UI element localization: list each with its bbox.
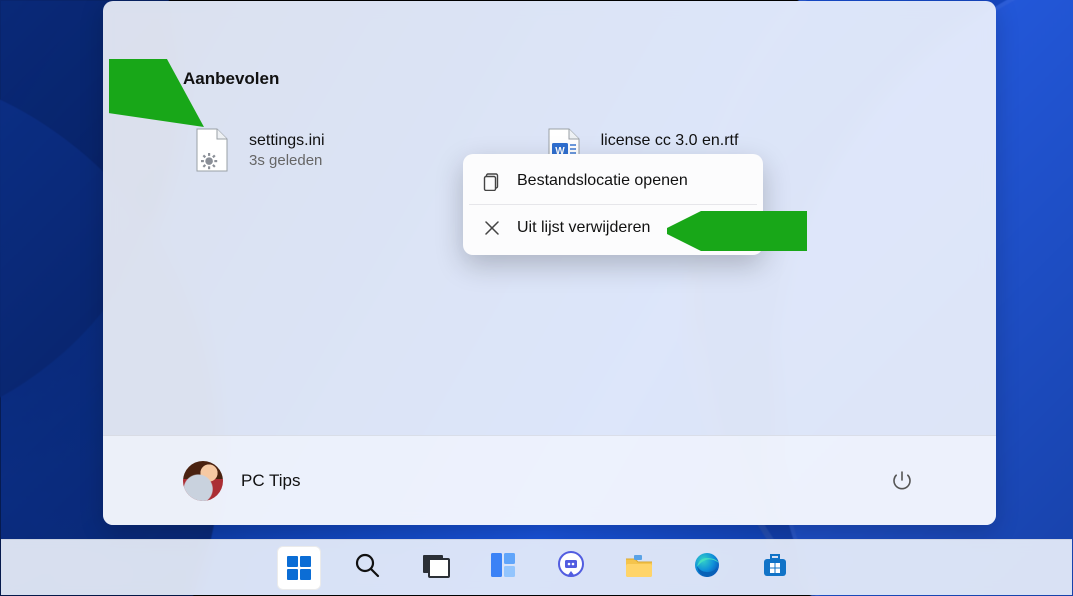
remove-from-list-item[interactable]: Uit lijst verwijderen bbox=[463, 205, 763, 251]
recommended-item[interactable]: settings.ini 3s geleden bbox=[183, 121, 335, 179]
file-explorer-button[interactable] bbox=[617, 546, 661, 590]
edge-button[interactable] bbox=[685, 546, 729, 590]
widgets-icon bbox=[488, 550, 518, 585]
context-menu-label: Uit lijst verwijderen bbox=[517, 219, 650, 237]
ini-file-icon bbox=[193, 127, 231, 173]
start-button[interactable] bbox=[277, 546, 321, 590]
start-footer: PC Tips bbox=[103, 435, 996, 525]
edge-icon bbox=[692, 550, 722, 585]
close-icon bbox=[481, 217, 503, 239]
recommended-item-time: 3s geleden bbox=[249, 152, 325, 169]
context-menu: Bestandslocatie openen Uit lijst verwijd… bbox=[463, 154, 763, 255]
microsoft-store-button[interactable] bbox=[753, 546, 797, 590]
recommended-item-name: license cc 3.0 en.rtf bbox=[601, 132, 739, 150]
chat-icon bbox=[556, 550, 586, 585]
recommended-heading: Aanbevolen bbox=[183, 69, 916, 89]
search-button[interactable] bbox=[345, 546, 389, 590]
folder-icon bbox=[623, 550, 655, 585]
store-icon bbox=[760, 550, 790, 585]
username-label: PC Tips bbox=[241, 471, 301, 491]
chat-button[interactable] bbox=[549, 546, 593, 590]
desktop-background: Aanbevolen bbox=[0, 0, 1073, 596]
open-location-icon bbox=[481, 170, 503, 192]
taskbar bbox=[1, 539, 1072, 595]
avatar bbox=[183, 461, 223, 501]
search-icon bbox=[353, 551, 381, 584]
widgets-button[interactable] bbox=[481, 546, 525, 590]
task-view-icon bbox=[420, 550, 450, 585]
context-menu-label: Bestandslocatie openen bbox=[517, 172, 688, 190]
recommended-item-name: settings.ini bbox=[249, 132, 325, 150]
user-account-button[interactable]: PC Tips bbox=[183, 461, 301, 501]
start-menu-panel: Aanbevolen bbox=[103, 1, 996, 525]
power-button[interactable] bbox=[888, 467, 916, 495]
open-file-location-item[interactable]: Bestandslocatie openen bbox=[463, 158, 763, 204]
task-view-button[interactable] bbox=[413, 546, 457, 590]
